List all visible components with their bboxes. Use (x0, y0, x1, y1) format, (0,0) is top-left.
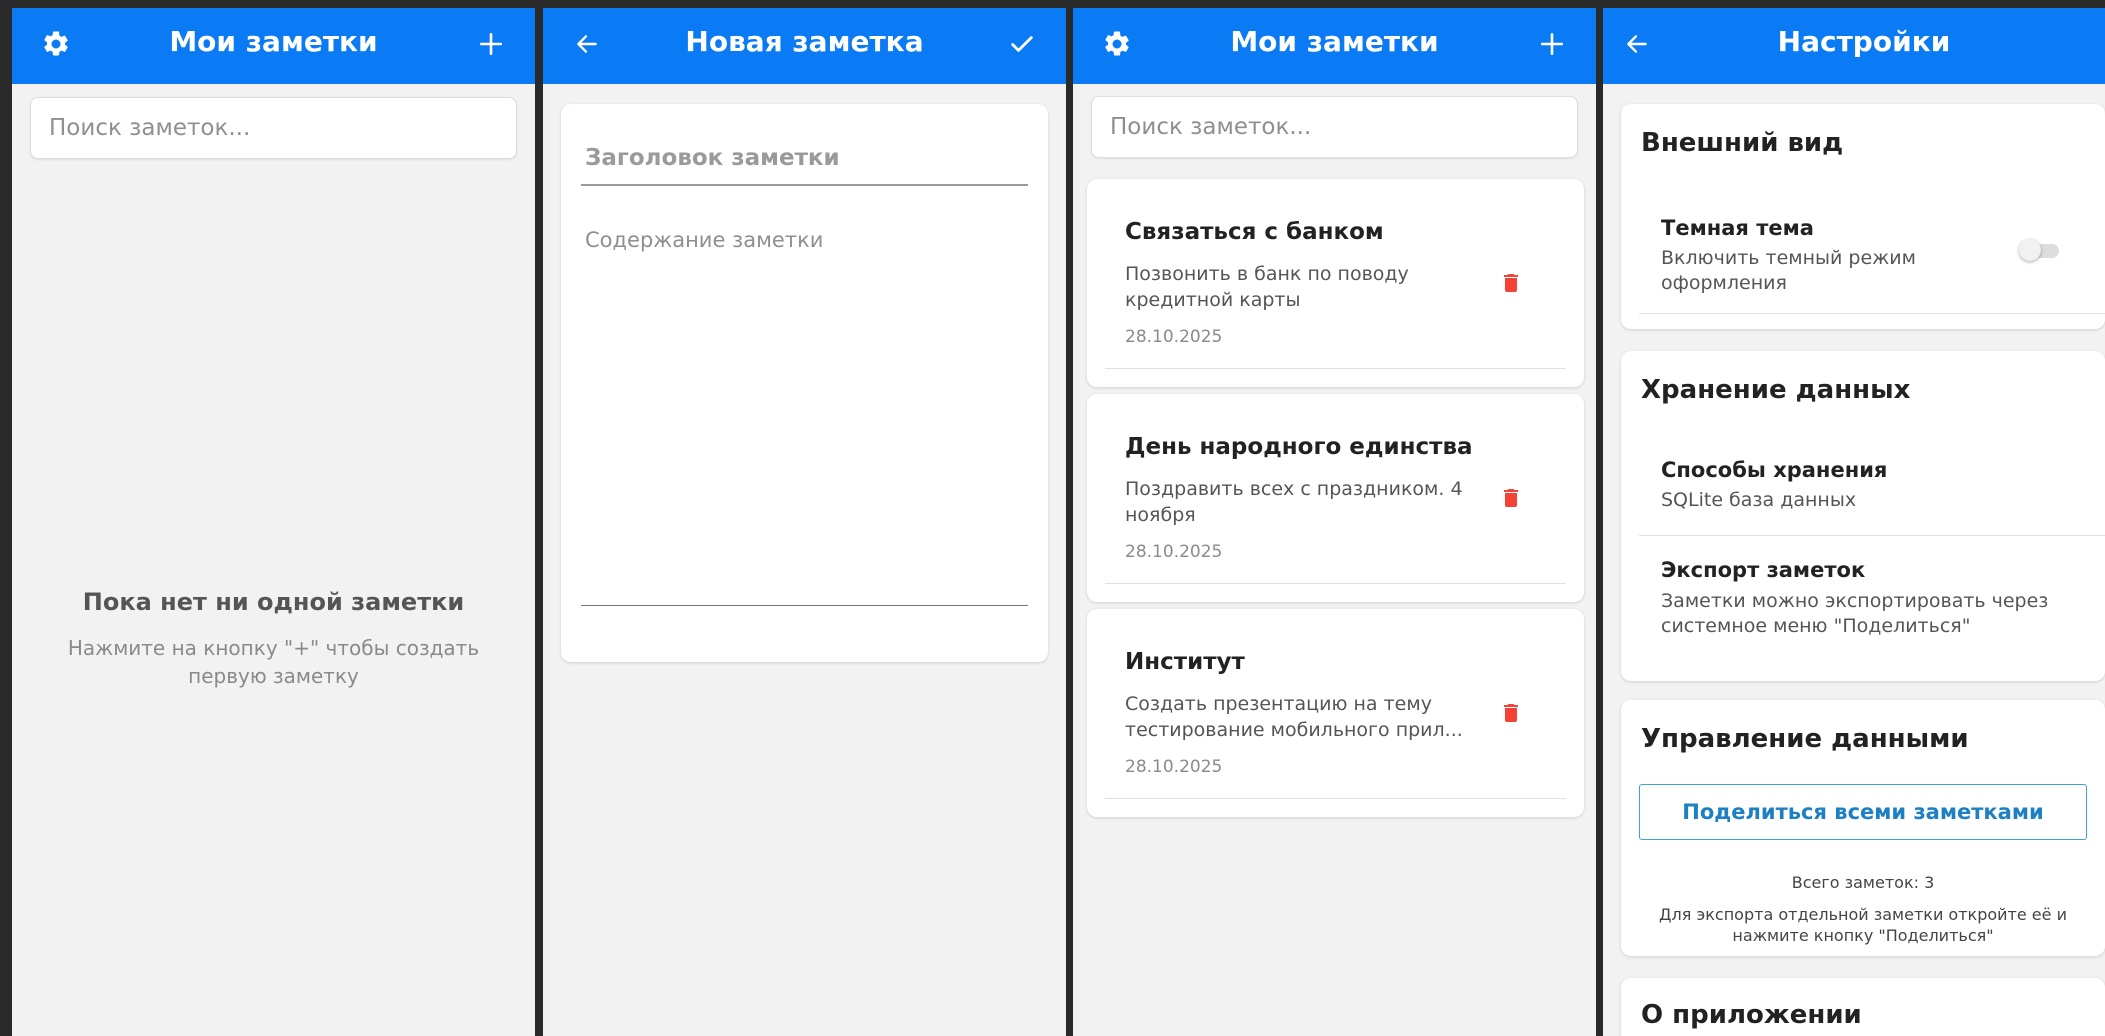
save-note-button[interactable] (1000, 22, 1044, 66)
settings-screen: Настройки Внешний вид Темная тема Включи… (1603, 8, 2105, 1036)
plus-icon (1540, 32, 1564, 56)
note-title: Связаться с банком (1125, 219, 1384, 245)
divider (1105, 583, 1566, 584)
note-date: 28.10.2025 (1125, 757, 1223, 777)
dark-theme-toggle[interactable] (2019, 239, 2059, 261)
note-card[interactable]: Институт Создать презентацию на тему тес… (1087, 609, 1584, 817)
app-bar: Новая заметка (543, 8, 1066, 84)
note-title: Институт (1125, 649, 1245, 675)
note-title-input[interactable] (581, 132, 1028, 186)
section-heading: Управление данными (1641, 724, 1969, 754)
note-title: День народного единства (1125, 434, 1473, 460)
section-heading: О приложении (1641, 1000, 1862, 1030)
delete-note-button[interactable] (1496, 697, 1526, 729)
divider (1639, 313, 2105, 314)
note-card[interactable]: День народного единства Поздравить всех … (1087, 394, 1584, 602)
divider (1105, 798, 1566, 799)
divider (1105, 368, 1566, 369)
note-date: 28.10.2025 (1125, 327, 1223, 347)
dark-theme-title: Темная тема (1661, 216, 1814, 240)
export-hint: Для экспорта отдельной заметки откройте … (1659, 905, 2067, 945)
divider (1639, 535, 2105, 536)
empty-state-hint: Нажмите на кнопку "+" чтобы создать перв… (67, 636, 480, 688)
about-section: О приложении (1621, 978, 2105, 1036)
search-input[interactable] (30, 97, 517, 159)
export-notes-description: Заметки можно экспортировать через систе… (1661, 590, 2049, 637)
plus-icon (479, 32, 503, 56)
note-preview: Создать презентацию на тему тестирование… (1125, 693, 1463, 741)
appearance-section: Внешний вид Темная тема Включить темный … (1621, 104, 2105, 329)
page-title: Новая заметка (685, 25, 924, 58)
app-bar: Настройки (1603, 8, 2105, 84)
add-note-button[interactable] (1530, 22, 1574, 66)
trash-icon (1504, 274, 1518, 292)
notes-list-screen: Мои заметки Связаться с банком Позвонить… (1073, 8, 1596, 1036)
page-title: Мои заметки (169, 25, 378, 58)
page-title: Мои заметки (1230, 25, 1439, 58)
note-editor-card (561, 104, 1048, 662)
section-heading: Хранение данных (1641, 375, 1911, 405)
page-title: Настройки (1777, 25, 1951, 58)
delete-note-button[interactable] (1496, 482, 1526, 514)
note-date: 28.10.2025 (1125, 542, 1223, 562)
export-notes-title: Экспорт заметок (1661, 558, 1866, 582)
delete-note-button[interactable] (1496, 267, 1526, 299)
data-management-section: Управление данными Поделиться всеми заме… (1621, 700, 2105, 956)
trash-icon (1504, 704, 1518, 722)
app-bar: Мои заметки (1073, 8, 1596, 84)
note-preview: Позвонить в банк по поводу кредитной кар… (1125, 263, 1409, 311)
trash-icon (1504, 489, 1518, 507)
app-bar: Мои заметки (12, 8, 535, 84)
storage-method-title: Способы хранения (1661, 458, 1888, 482)
section-heading: Внешний вид (1641, 128, 1844, 158)
total-notes-count: Всего заметок: 3 (1791, 873, 1935, 892)
empty-state-title: Пока нет ни одной заметки (82, 588, 465, 616)
share-all-notes-button[interactable]: Поделиться всеми заметками (1639, 784, 2087, 840)
empty-state: Пока нет ни одной заметки Нажмите на кно… (12, 588, 535, 690)
note-preview: Поздравить всех с праздником. 4 ноября (1125, 478, 1463, 526)
add-note-button[interactable] (469, 22, 513, 66)
search-input[interactable] (1091, 96, 1578, 158)
notes-list-empty-screen: Мои заметки Пока нет ни одной заметки На… (12, 8, 535, 1036)
new-note-screen: Новая заметка (543, 8, 1066, 1036)
note-card[interactable]: Связаться с банком Позвонить в банк по п… (1087, 179, 1584, 387)
storage-section: Хранение данных Способы хранения SQLite … (1621, 351, 2105, 681)
dark-theme-description: Включить темный режим оформления (1661, 247, 1916, 294)
check-icon (1011, 36, 1033, 52)
storage-method-value: SQLite база данных (1661, 489, 1857, 511)
note-content-input[interactable] (581, 228, 1028, 606)
